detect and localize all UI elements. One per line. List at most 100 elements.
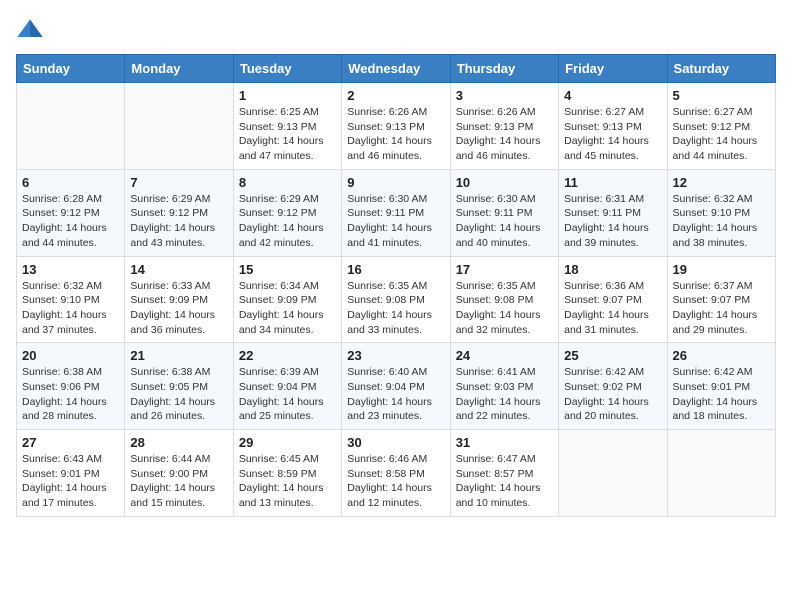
calendar-cell: 14 Sunrise: 6:33 AM Sunset: 9:09 PM Dayli…	[125, 256, 233, 343]
day-of-week-header: Wednesday	[342, 55, 450, 83]
calendar-cell: 17 Sunrise: 6:35 AM Sunset: 9:08 PM Dayli…	[450, 256, 558, 343]
day-number: 1	[239, 88, 336, 103]
calendar-cell: 6 Sunrise: 6:28 AM Sunset: 9:12 PM Daylig…	[17, 169, 125, 256]
day-number: 14	[130, 262, 227, 277]
calendar-cell: 24 Sunrise: 6:41 AM Sunset: 9:03 PM Dayli…	[450, 343, 558, 430]
day-of-week-header: Friday	[559, 55, 667, 83]
day-info: Sunrise: 6:44 AM Sunset: 9:00 PM Dayligh…	[130, 452, 227, 511]
day-number: 3	[456, 88, 553, 103]
day-info: Sunrise: 6:41 AM Sunset: 9:03 PM Dayligh…	[456, 365, 553, 424]
calendar-cell: 23 Sunrise: 6:40 AM Sunset: 9:04 PM Dayli…	[342, 343, 450, 430]
day-number: 20	[22, 348, 119, 363]
day-info: Sunrise: 6:47 AM Sunset: 8:57 PM Dayligh…	[456, 452, 553, 511]
calendar-header: SundayMondayTuesdayWednesdayThursdayFrid…	[17, 55, 776, 83]
calendar-cell: 18 Sunrise: 6:36 AM Sunset: 9:07 PM Dayli…	[559, 256, 667, 343]
day-number: 24	[456, 348, 553, 363]
calendar-week-row: 1Sunrise: 6:25 AM Sunset: 9:13 PM Daylig…	[17, 83, 776, 170]
calendar-cell: 1Sunrise: 6:25 AM Sunset: 9:13 PM Daylig…	[233, 83, 341, 170]
calendar-cell: 9 Sunrise: 6:30 AM Sunset: 9:11 PM Daylig…	[342, 169, 450, 256]
day-of-week-header: Saturday	[667, 55, 775, 83]
day-info: Sunrise: 6:40 AM Sunset: 9:04 PM Dayligh…	[347, 365, 444, 424]
day-number: 29	[239, 435, 336, 450]
day-info: Sunrise: 6:30 AM Sunset: 9:11 PM Dayligh…	[456, 192, 553, 251]
calendar-cell: 8 Sunrise: 6:29 AM Sunset: 9:12 PM Daylig…	[233, 169, 341, 256]
day-info: Sunrise: 6:43 AM Sunset: 9:01 PM Dayligh…	[22, 452, 119, 511]
calendar-cell: 3 Sunrise: 6:26 AM Sunset: 9:13 PM Daylig…	[450, 83, 558, 170]
day-info: Sunrise: 6:33 AM Sunset: 9:09 PM Dayligh…	[130, 279, 227, 338]
logo	[16, 16, 48, 44]
logo-icon	[16, 16, 44, 44]
calendar-cell: 22 Sunrise: 6:39 AM Sunset: 9:04 PM Dayli…	[233, 343, 341, 430]
day-number: 25	[564, 348, 661, 363]
day-info: Sunrise: 6:34 AM Sunset: 9:09 PM Dayligh…	[239, 279, 336, 338]
day-number: 5	[673, 88, 770, 103]
day-number: 18	[564, 262, 661, 277]
day-number: 22	[239, 348, 336, 363]
page-header	[16, 16, 776, 44]
calendar-cell: 16 Sunrise: 6:35 AM Sunset: 9:08 PM Dayli…	[342, 256, 450, 343]
day-info: Sunrise: 6:42 AM Sunset: 9:01 PM Dayligh…	[673, 365, 770, 424]
day-of-week-header: Sunday	[17, 55, 125, 83]
calendar-cell: 25 Sunrise: 6:42 AM Sunset: 9:02 PM Dayli…	[559, 343, 667, 430]
day-of-week-header: Tuesday	[233, 55, 341, 83]
calendar-cell: 28 Sunrise: 6:44 AM Sunset: 9:00 PM Dayli…	[125, 430, 233, 517]
calendar-week-row: 6 Sunrise: 6:28 AM Sunset: 9:12 PM Daylig…	[17, 169, 776, 256]
calendar-body: 1Sunrise: 6:25 AM Sunset: 9:13 PM Daylig…	[17, 83, 776, 517]
day-info: Sunrise: 6:39 AM Sunset: 9:04 PM Dayligh…	[239, 365, 336, 424]
day-number: 27	[22, 435, 119, 450]
day-info: Sunrise: 6:28 AM Sunset: 9:12 PM Dayligh…	[22, 192, 119, 251]
day-info: Sunrise: 6:27 AM Sunset: 9:12 PM Dayligh…	[673, 105, 770, 164]
day-info: Sunrise: 6:26 AM Sunset: 9:13 PM Dayligh…	[456, 105, 553, 164]
day-number: 8	[239, 175, 336, 190]
day-info: Sunrise: 6:46 AM Sunset: 8:58 PM Dayligh…	[347, 452, 444, 511]
calendar-cell: 13Sunrise: 6:32 AM Sunset: 9:10 PM Dayli…	[17, 256, 125, 343]
day-info: Sunrise: 6:36 AM Sunset: 9:07 PM Dayligh…	[564, 279, 661, 338]
calendar-cell	[559, 430, 667, 517]
day-number: 9	[347, 175, 444, 190]
calendar-week-row: 20Sunrise: 6:38 AM Sunset: 9:06 PM Dayli…	[17, 343, 776, 430]
day-number: 2	[347, 88, 444, 103]
calendar-cell: 31 Sunrise: 6:47 AM Sunset: 8:57 PM Dayli…	[450, 430, 558, 517]
calendar-cell	[17, 83, 125, 170]
calendar-cell: 7 Sunrise: 6:29 AM Sunset: 9:12 PM Daylig…	[125, 169, 233, 256]
day-number: 23	[347, 348, 444, 363]
calendar-cell: 29Sunrise: 6:45 AM Sunset: 8:59 PM Dayli…	[233, 430, 341, 517]
day-info: Sunrise: 6:27 AM Sunset: 9:13 PM Dayligh…	[564, 105, 661, 164]
day-info: Sunrise: 6:31 AM Sunset: 9:11 PM Dayligh…	[564, 192, 661, 251]
day-number: 10	[456, 175, 553, 190]
calendar-cell: 15 Sunrise: 6:34 AM Sunset: 9:09 PM Dayli…	[233, 256, 341, 343]
calendar-cell: 10 Sunrise: 6:30 AM Sunset: 9:11 PM Dayli…	[450, 169, 558, 256]
day-number: 16	[347, 262, 444, 277]
calendar-cell: 30Sunrise: 6:46 AM Sunset: 8:58 PM Dayli…	[342, 430, 450, 517]
day-info: Sunrise: 6:29 AM Sunset: 9:12 PM Dayligh…	[239, 192, 336, 251]
day-info: Sunrise: 6:35 AM Sunset: 9:08 PM Dayligh…	[347, 279, 444, 338]
day-info: Sunrise: 6:42 AM Sunset: 9:02 PM Dayligh…	[564, 365, 661, 424]
calendar-cell: 19 Sunrise: 6:37 AM Sunset: 9:07 PM Dayli…	[667, 256, 775, 343]
day-number: 21	[130, 348, 227, 363]
calendar-cell: 27 Sunrise: 6:43 AM Sunset: 9:01 PM Dayli…	[17, 430, 125, 517]
day-info: Sunrise: 6:26 AM Sunset: 9:13 PM Dayligh…	[347, 105, 444, 164]
day-number: 31	[456, 435, 553, 450]
day-number: 6	[22, 175, 119, 190]
day-number: 7	[130, 175, 227, 190]
day-number: 17	[456, 262, 553, 277]
day-of-week-header: Thursday	[450, 55, 558, 83]
day-info: Sunrise: 6:37 AM Sunset: 9:07 PM Dayligh…	[673, 279, 770, 338]
calendar-week-row: 27 Sunrise: 6:43 AM Sunset: 9:01 PM Dayli…	[17, 430, 776, 517]
day-info: Sunrise: 6:38 AM Sunset: 9:05 PM Dayligh…	[130, 365, 227, 424]
calendar-cell: 20Sunrise: 6:38 AM Sunset: 9:06 PM Dayli…	[17, 343, 125, 430]
day-of-week-header: Monday	[125, 55, 233, 83]
day-info: Sunrise: 6:29 AM Sunset: 9:12 PM Dayligh…	[130, 192, 227, 251]
day-info: Sunrise: 6:30 AM Sunset: 9:11 PM Dayligh…	[347, 192, 444, 251]
day-number: 28	[130, 435, 227, 450]
day-number: 11	[564, 175, 661, 190]
calendar-cell: 26Sunrise: 6:42 AM Sunset: 9:01 PM Dayli…	[667, 343, 775, 430]
calendar-table: SundayMondayTuesdayWednesdayThursdayFrid…	[16, 54, 776, 517]
calendar-cell: 11 Sunrise: 6:31 AM Sunset: 9:11 PM Dayli…	[559, 169, 667, 256]
calendar-cell	[667, 430, 775, 517]
day-info: Sunrise: 6:35 AM Sunset: 9:08 PM Dayligh…	[456, 279, 553, 338]
days-of-week-row: SundayMondayTuesdayWednesdayThursdayFrid…	[17, 55, 776, 83]
day-number: 15	[239, 262, 336, 277]
day-info: Sunrise: 6:32 AM Sunset: 9:10 PM Dayligh…	[673, 192, 770, 251]
day-number: 19	[673, 262, 770, 277]
